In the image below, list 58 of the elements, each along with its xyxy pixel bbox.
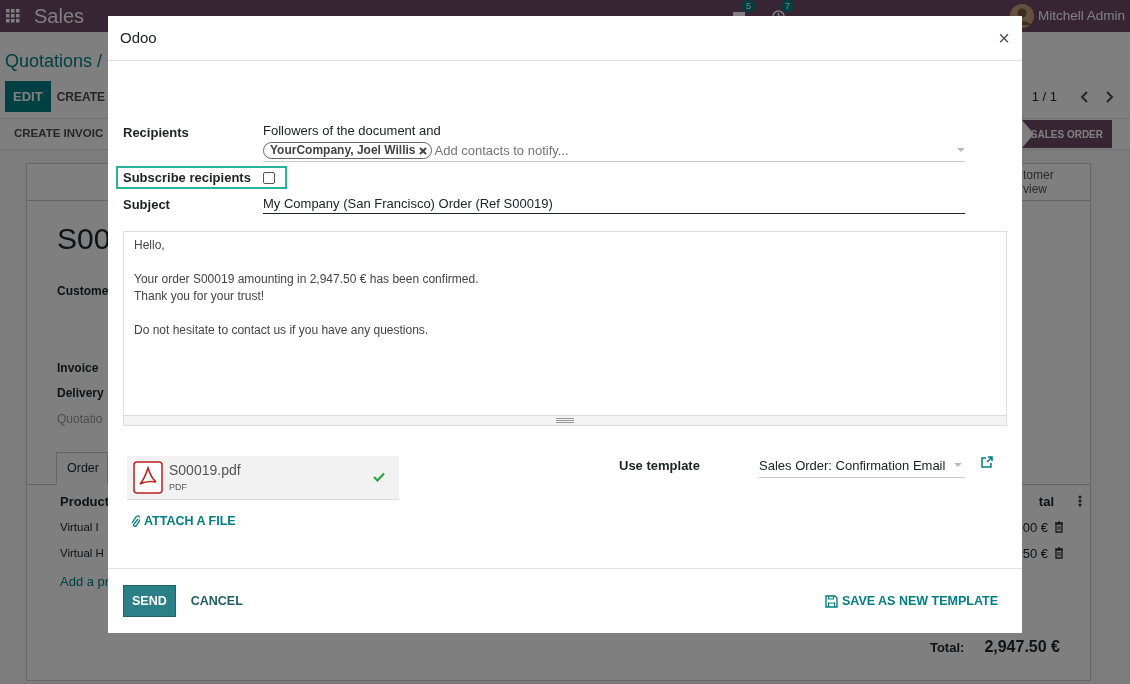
recipients-text: Followers of the document and: [263, 123, 442, 139]
activity-count-badge: 7: [780, 0, 794, 13]
apps-menu-icon[interactable]: [6, 9, 20, 23]
dropdown-caret-icon: [954, 462, 962, 468]
edit-button[interactable]: EDIT: [5, 80, 51, 113]
attachment-card[interactable]: S00019.pdf PDF: [127, 455, 399, 500]
message-count-badge: 5: [741, 0, 755, 13]
cancel-button[interactable]: CANCEL: [190, 591, 243, 611]
message-line: Hello,: [134, 236, 166, 254]
app-name[interactable]: Sales: [34, 1, 85, 31]
subject-field[interactable]: My Company (San Francisco) Order (Ref S00019): [263, 195, 965, 214]
external-link-icon[interactable]: [981, 455, 993, 468]
message-line: Do not hesitate to contact us if you have any questions.: [134, 321, 430, 339]
field-label: Subject: [123, 196, 171, 214]
field-label: Subscribe recipients: [123, 168, 252, 187]
checkbox[interactable]: [263, 171, 275, 184]
file-type: PDF: [169, 480, 188, 494]
file-name: S00019.pdf: [169, 460, 241, 480]
field-label: Delivery: [57, 385, 104, 402]
column-header: Product: [60, 492, 110, 511]
trash-icon[interactable]: [1054, 521, 1064, 534]
dialog-title: Odoo: [120, 27, 157, 48]
next-icon[interactable]: [1105, 90, 1115, 103]
previous-icon[interactable]: [1079, 90, 1089, 103]
save-template-button[interactable]: SAVE AS NEW TEMPLATE: [824, 591, 998, 611]
table-cell-text: Virtual H: [60, 545, 104, 561]
floppy-disk-icon: [824, 594, 838, 608]
more-options-icon[interactable]: [1078, 495, 1082, 508]
tab[interactable]: Order: [56, 452, 108, 485]
field-label: Recipients: [123, 124, 190, 142]
remove-icon[interactable]: [419, 146, 428, 155]
send-button[interactable]: SEND: [123, 584, 176, 618]
attach-file-link[interactable]: ATTACH A FILE: [131, 511, 236, 531]
table-cell-text: 00 €: [1022, 518, 1048, 537]
breadcrumb[interactable]: Quotations /: [5, 48, 103, 75]
table-cell-text: Virtual I: [60, 519, 99, 535]
close-button[interactable]: ×: [998, 28, 1010, 48]
table-cell-text: 50 €: [1022, 544, 1048, 563]
field-label: Use template: [619, 456, 701, 475]
field-label: Invoice: [57, 359, 99, 377]
message-line: Your order S00019 amounting in 2,947.50 € has been confirmed.: [134, 270, 480, 288]
pager[interactable]: 1 / 1: [1031, 86, 1057, 107]
trash-icon[interactable]: [1054, 547, 1064, 560]
message-line: Thank you for your trust!: [134, 287, 266, 305]
preview-button[interactable]: tomer view: [1023, 168, 1079, 196]
resize-handle-icon[interactable]: [556, 417, 574, 423]
pdf-file-icon: [133, 460, 163, 494]
user-name[interactable]: Mitchell Admin: [1037, 5, 1125, 27]
column-header: tal: [1038, 492, 1054, 511]
template-select[interactable]: Sales Order: Confirmation Email: [759, 455, 965, 478]
create-invoice-button[interactable]: CREATE INVOIC: [14, 125, 104, 143]
field-label: Custome: [57, 283, 109, 300]
paperclip-icon: [131, 514, 140, 527]
order-title: S00: [57, 221, 111, 257]
total-label: Total:: [929, 638, 965, 657]
message-editor[interactable]: Hello, Your order S00019 amounting in 2,947.50 € has been confirmed. Thank you for your trust! Do not hesitate to contact us if you have any questions.: [123, 230, 1007, 426]
total-amount: 2,947.50 €: [984, 637, 1060, 658]
create-button[interactable]: CREATE: [56, 81, 106, 112]
